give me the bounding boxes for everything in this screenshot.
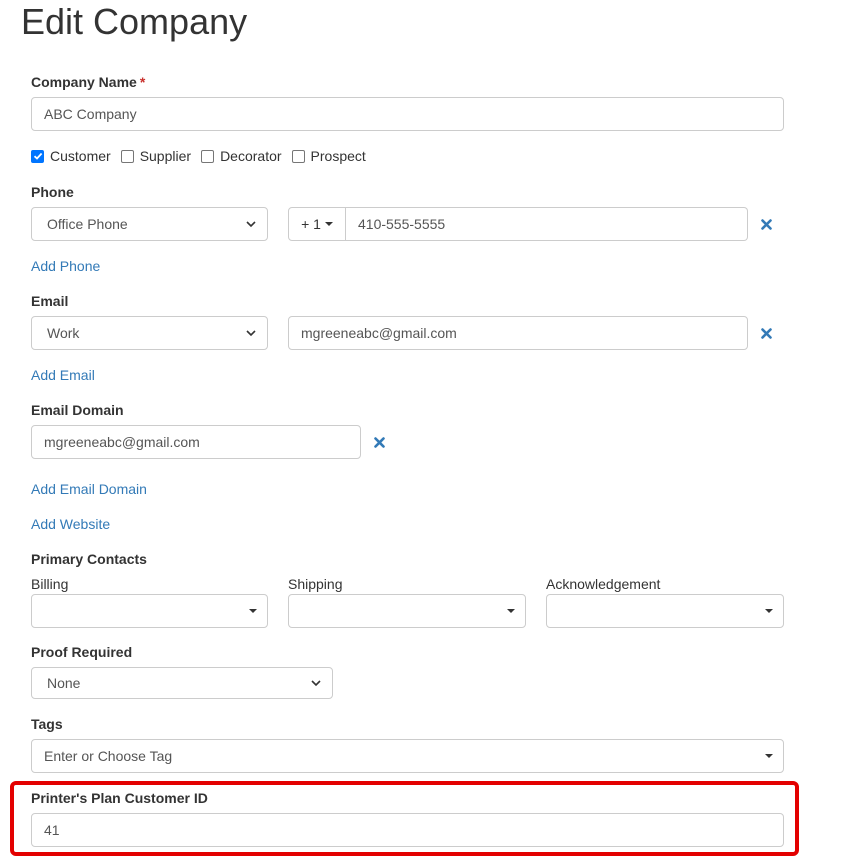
tags-placeholder: Enter or Choose Tag [44,748,173,764]
checkbox-icon[interactable] [120,149,134,163]
phone-type-value: Office Phone [47,216,128,232]
proof-required-label: Proof Required [31,644,133,660]
email-type-select[interactable]: Work [31,316,268,350]
phone-label: Phone [31,184,74,200]
tags-label: Tags [31,716,63,732]
email-type-value: Work [47,325,80,341]
primary-contacts-label: Primary Contacts [31,551,147,567]
company-type-checkboxes: Customer Supplier Decorator Prospect [31,148,376,164]
add-website-link[interactable]: Add Website [31,515,110,533]
company-name-value: ABC Company [44,106,137,122]
prospect-checkbox[interactable]: Prospect [291,148,366,164]
remove-email-icon[interactable] [759,326,773,340]
add-phone-link[interactable]: Add Phone [31,257,100,275]
required-mark: * [139,74,146,90]
email-address-input[interactable]: mgreeneabc@gmail.com [288,316,748,350]
chevron-down-icon [246,330,256,337]
printers-plan-label: Printer's Plan Customer ID [31,790,208,806]
printers-plan-value: 41 [44,822,60,838]
proof-required-select[interactable]: None [31,667,333,699]
checkbox-icon[interactable] [291,149,305,163]
checkbox-icon[interactable] [201,149,215,163]
tags-input[interactable]: Enter or Choose Tag [31,739,784,773]
remove-email-domain-icon[interactable] [372,435,386,449]
company-name-label-text: Company Name [31,74,137,90]
email-label: Email [31,293,69,309]
remove-phone-icon[interactable] [759,217,773,231]
shipping-contact-select[interactable] [288,594,526,628]
supplier-label: Supplier [139,148,192,164]
chevron-down-icon [311,680,321,687]
phone-number-group: + 1 410-555-5555 [288,207,748,241]
supplier-checkbox[interactable]: Supplier [120,148,192,164]
email-domain-value: mgreeneabc@gmail.com [44,434,200,450]
add-email-link[interactable]: Add Email [31,366,95,384]
country-code-dropdown[interactable]: + 1 [288,207,346,241]
checkbox-checked-icon[interactable] [31,149,44,163]
page-title: Edit Company [21,1,248,42]
phone-type-select[interactable]: Office Phone [31,207,268,241]
billing-label: Billing [31,576,69,592]
billing-contact-select[interactable] [31,594,268,628]
chevron-down-icon [246,221,256,228]
country-code-value: + 1 [301,216,321,232]
email-domain-label: Email Domain [31,402,124,418]
printers-plan-input[interactable]: 41 [31,813,784,847]
shipping-label: Shipping [288,576,343,592]
phone-number-value: 410-555-5555 [358,216,446,232]
caret-down-icon [324,222,333,226]
caret-down-icon [507,609,515,613]
caret-down-icon [765,609,773,613]
acknowledgement-contact-select[interactable] [546,594,784,628]
company-name-label: Company Name * [31,73,145,91]
phone-number-input[interactable]: 410-555-5555 [346,207,748,241]
customer-label: Customer [50,148,111,164]
email-domain-input[interactable]: mgreeneabc@gmail.com [31,425,361,459]
add-email-domain-link[interactable]: Add Email Domain [31,480,147,498]
prospect-label: Prospect [310,148,366,164]
decorator-checkbox[interactable]: Decorator [201,148,282,164]
caret-down-icon [765,754,773,758]
company-name-input[interactable]: ABC Company [31,97,784,131]
email-address-value: mgreeneabc@gmail.com [301,325,457,341]
acknowledgement-label: Acknowledgement [546,576,661,592]
customer-checkbox[interactable]: Customer [31,148,111,164]
decorator-label: Decorator [220,148,282,164]
caret-down-icon [249,609,257,613]
proof-required-value: None [47,675,81,691]
